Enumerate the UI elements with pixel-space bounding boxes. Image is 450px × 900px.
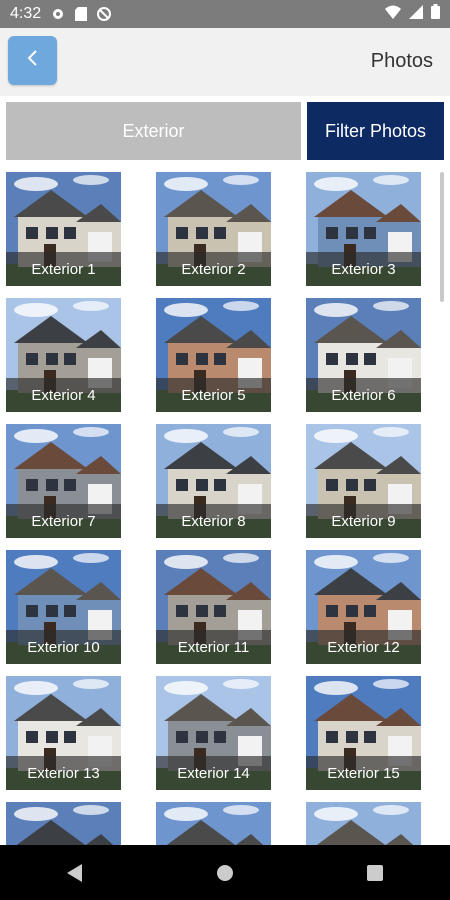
filter-bar: Exterior Filter Photos — [0, 96, 450, 166]
triangle-back-icon — [67, 863, 82, 882]
photo-tile[interactable]: Exterior 7 — [6, 424, 121, 538]
photo-tile[interactable]: Exterior 5 — [156, 298, 271, 412]
photo-label: Exterior 4 — [6, 378, 121, 412]
photo-label: Exterior 3 — [306, 252, 421, 286]
photo-label: Exterior 10 — [6, 630, 121, 664]
wifi-icon — [385, 5, 401, 24]
photo-label: Exterior 15 — [306, 756, 421, 790]
photo-tile[interactable]: Exterior 1 — [6, 172, 121, 286]
back-button[interactable] — [8, 36, 57, 85]
page-title: Photos — [370, 50, 433, 72]
photo-tile[interactable]: Exterior 3 — [306, 172, 421, 286]
photo-label: Exterior 12 — [306, 630, 421, 664]
nav-recents-button[interactable] — [345, 853, 405, 893]
photo-tile[interactable]: Exterior 9 — [306, 424, 421, 538]
system-nav-bar — [0, 845, 450, 900]
photo-tile[interactable]: Exterior 15 — [306, 676, 421, 790]
photo-label: Exterior 1 — [6, 252, 121, 286]
header-bar: Photos — [0, 28, 450, 96]
square-recents-icon — [367, 864, 383, 881]
house-photo — [306, 802, 421, 845]
photo-tile[interactable]: Exterior 10 — [6, 550, 121, 664]
photo-label: Exterior 7 — [6, 504, 121, 538]
photo-label: Exterior 6 — [306, 378, 421, 412]
status-time: 4:32 — [10, 5, 42, 22]
photo-tile[interactable]: Exterior 14 — [156, 676, 271, 790]
photo-label: Exterior 8 — [156, 504, 271, 538]
photo-tile[interactable]: Exterior 12 — [306, 550, 421, 664]
photo-grid: Exterior 1 Exterior 2 Exterior 3 Exterior 4… — [0, 172, 450, 845]
battery-icon — [431, 4, 440, 24]
photo-tile[interactable]: Exterior 6 — [306, 298, 421, 412]
photo-tile[interactable]: Exterior 4 — [6, 298, 121, 412]
photo-label: Exterior 13 — [6, 756, 121, 790]
circle-home-icon — [217, 864, 233, 881]
nav-back-button[interactable] — [45, 853, 105, 893]
photo-label: Exterior 2 — [156, 252, 271, 286]
scrollbar[interactable] — [440, 172, 444, 302]
sd-card-icon — [75, 7, 88, 21]
photo-label: Exterior 11 — [156, 630, 271, 664]
photo-tile[interactable] — [156, 802, 271, 845]
exterior-category-button[interactable]: Exterior — [6, 102, 301, 160]
filter-photos-button[interactable]: Filter Photos — [307, 102, 444, 160]
chevron-left-icon — [26, 48, 40, 73]
signal-icon — [409, 4, 423, 24]
house-photo — [156, 802, 271, 845]
do-not-disturb-icon — [97, 7, 112, 21]
photo-label: Exterior 14 — [156, 756, 271, 790]
settings-icon — [51, 7, 65, 21]
photo-label: Exterior 5 — [156, 378, 271, 412]
photo-label: Exterior 9 — [306, 504, 421, 538]
photo-tile[interactable] — [6, 802, 121, 845]
photo-tile[interactable]: Exterior 13 — [6, 676, 121, 790]
photo-tile[interactable]: Exterior 2 — [156, 172, 271, 286]
photo-tile[interactable]: Exterior 8 — [156, 424, 271, 538]
photo-tile[interactable]: Exterior 11 — [156, 550, 271, 664]
house-photo — [6, 802, 121, 845]
nav-home-button[interactable] — [195, 853, 255, 893]
photo-tile[interactable] — [306, 802, 421, 845]
status-bar: 4:32 — [0, 0, 450, 28]
